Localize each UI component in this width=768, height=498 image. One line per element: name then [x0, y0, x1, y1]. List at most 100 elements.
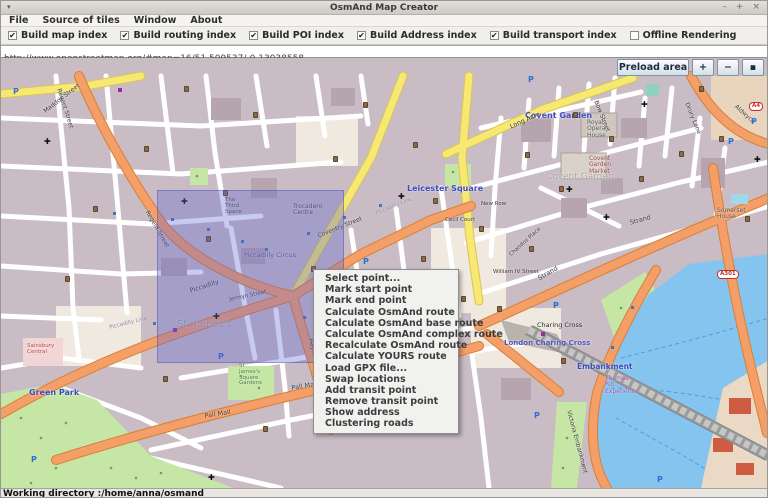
checkbox-label: Offline Rendering — [643, 30, 737, 41]
menu-item[interactable]: About — [190, 15, 222, 26]
checkbox-box[interactable]: ✔ — [357, 31, 366, 40]
map-viewport[interactable]: Covent GardenRoyal Opera HouseCovent Gar… — [1, 58, 768, 488]
dot-icon — [113, 212, 116, 215]
church-icon: ✚ — [641, 101, 648, 109]
context-menu-item[interactable]: Load GPX file... — [314, 363, 458, 374]
checkbox-box[interactable]: ✔ — [120, 31, 129, 40]
pub-icon — [559, 186, 564, 192]
maximize-button[interactable]: + — [736, 3, 744, 12]
menubar: File Source of tiles Window About — [1, 15, 767, 27]
church-icon: ✚ — [603, 214, 610, 222]
app-window: ▾ OsmAnd Map Creator – + × File Source of… — [0, 0, 768, 498]
pub-icon — [719, 136, 724, 142]
index-toolbar: ✔ Build map index ✔ Build routing index … — [1, 27, 767, 45]
checkbox-label: Build POI index — [262, 30, 344, 41]
checkbox-label: Build Address index — [370, 30, 477, 41]
pub-icon — [497, 306, 502, 312]
context-menu-item[interactable]: Mark start point — [314, 284, 458, 295]
pub-icon — [561, 358, 566, 364]
index-checkbox[interactable]: ✔ Build transport index — [490, 30, 617, 41]
minimize-button[interactable]: – — [722, 3, 727, 12]
pub-icon — [363, 102, 368, 108]
pub-icon — [433, 198, 438, 204]
checkbox-box[interactable] — [630, 31, 639, 40]
close-button[interactable]: × — [752, 3, 760, 12]
map-label: Cecil Court — [445, 218, 475, 224]
church-icon: ✚ — [566, 186, 573, 194]
checkbox-box[interactable]: ✔ — [249, 31, 258, 40]
dot-icon — [611, 346, 614, 349]
parking-icon: P — [31, 456, 37, 464]
context-menu-item[interactable]: Add transit point — [314, 385, 458, 396]
urlbar — [1, 45, 767, 58]
dot-icon — [631, 306, 634, 309]
parking-icon: P — [728, 138, 734, 146]
checkbox-box[interactable]: ✔ — [490, 31, 499, 40]
pub-icon — [93, 206, 98, 212]
index-checkbox[interactable]: ✔ Build POI index — [249, 30, 344, 41]
theatre-icon — [541, 332, 545, 336]
titlebar: ▾ OsmAnd Map Creator – + × — [1, 1, 767, 15]
road-shield: A4 — [749, 102, 763, 111]
index-checkbox[interactable]: ✔ Build Address index — [357, 30, 477, 41]
somerset-fountain — [731, 194, 748, 204]
window-controls: – + × — [722, 3, 767, 12]
map-button[interactable]: ▪ — [742, 59, 764, 76]
checkbox-label: Build routing index — [133, 30, 236, 41]
working-directory-text: Working directory :/home/anna/osmand — [1, 489, 204, 498]
map-label: Charing Cross — [537, 322, 582, 329]
dot-icon — [153, 322, 156, 325]
checkbox-box[interactable]: ✔ — [8, 31, 17, 40]
church-icon: ✚ — [44, 138, 51, 146]
parking-icon: P — [528, 76, 534, 84]
parking-icon: P — [534, 412, 540, 420]
church-icon: ✚ — [398, 193, 405, 201]
pub-icon — [573, 112, 578, 118]
golden-square-garden — [190, 168, 208, 185]
pub-icon — [529, 246, 534, 252]
theatre-icon — [118, 88, 122, 92]
map-label: Green Park — [29, 389, 79, 397]
context-menu-item[interactable]: Select point... — [314, 273, 458, 284]
map-button[interactable]: + — [692, 59, 714, 76]
index-checkbox[interactable]: Offline Rendering — [630, 30, 737, 41]
map-button[interactable]: − — [717, 59, 739, 76]
context-menu-item[interactable]: Swap locations — [314, 374, 458, 385]
road-shield: A301 — [717, 270, 739, 279]
context-menu-item[interactable]: Calculate OsmAnd base route — [314, 318, 458, 329]
pub-icon — [65, 276, 70, 282]
context-menu-item[interactable]: Mark end point — [314, 295, 458, 306]
map-button[interactable]: Preload area — [617, 59, 689, 76]
map-context-menu: Select point...Mark start pointMark end … — [313, 269, 459, 434]
context-menu-item[interactable]: Calculate YOURS route — [314, 351, 458, 362]
menu-item[interactable]: File — [9, 15, 28, 26]
index-checkbox[interactable]: ✔ Build map index — [8, 30, 107, 41]
map-label: St James's Square Gardens — [239, 364, 262, 387]
pub-icon — [184, 86, 189, 92]
index-checkbox[interactable]: ✔ Build routing index — [120, 30, 236, 41]
statusbar: Working directory :/home/anna/osmand — [1, 488, 767, 498]
parking-icon: P — [553, 302, 559, 310]
map-label: Sainsbury Central — [27, 344, 54, 356]
checkbox-label: Build transport index — [503, 30, 617, 41]
context-menu-item[interactable]: Recalculate OsmAnd route — [314, 340, 458, 351]
window-title: OsmAnd Map Creator — [1, 3, 767, 13]
map-label: Somerset House — [717, 208, 746, 221]
context-menu-item[interactable]: Clustering roads — [314, 418, 458, 429]
context-menu-item[interactable]: Calculate OsmAnd route — [314, 307, 458, 318]
pub-icon — [144, 146, 149, 152]
menu-item[interactable]: Window — [134, 15, 177, 26]
parking-icon: P — [13, 88, 19, 96]
map-label: New Row — [481, 202, 506, 208]
menu-item[interactable]: Source of tiles — [42, 15, 119, 26]
pub-icon — [163, 376, 168, 382]
pub-icon — [639, 176, 644, 182]
pub-icon — [253, 112, 258, 118]
pub-icon — [479, 226, 484, 232]
context-menu-item[interactable]: Calculate OsmAnd complex route — [314, 329, 458, 340]
context-menu-item[interactable]: Show address — [314, 407, 458, 418]
map-buttons: Preload area+−▪ — [617, 59, 764, 76]
context-menu-item[interactable]: Remove transit point — [314, 396, 458, 407]
pub-icon — [413, 142, 418, 148]
pub-icon — [699, 86, 704, 92]
